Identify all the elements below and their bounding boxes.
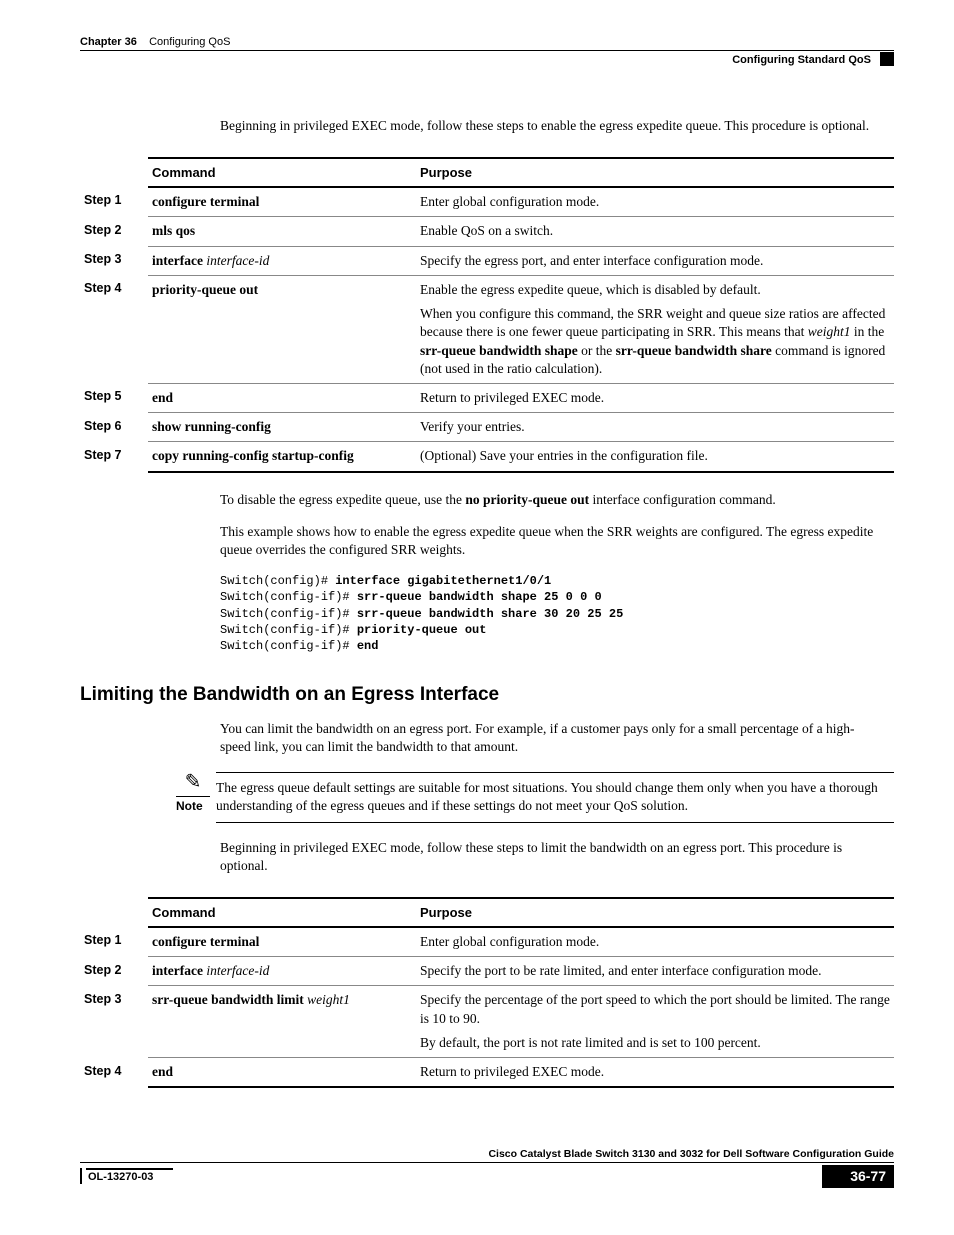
command-cell: priority-queue out	[148, 275, 416, 383]
footer: Cisco Catalyst Blade Switch 3130 and 303…	[80, 1148, 894, 1187]
chapter-title: Configuring QoS	[149, 36, 230, 48]
section-heading-limiting: Limiting the Bandwidth on an Egress Inte…	[80, 684, 894, 706]
purpose-cell: (Optional) Save your entries in the conf…	[416, 442, 894, 472]
step-label: Step 3	[80, 246, 148, 275]
command-cell: show running-config	[148, 413, 416, 442]
section2-intro: You can limit the bandwidth on an egress…	[220, 720, 884, 756]
command-cell: end	[148, 383, 416, 412]
footer-guide-title: Cisco Catalyst Blade Switch 3130 and 303…	[80, 1148, 894, 1163]
purpose-cell: Return to privileged EXEC mode.	[416, 1058, 894, 1088]
purpose-cell: Specify the percentage of the port speed…	[416, 986, 894, 1058]
command-cell: configure terminal	[148, 927, 416, 957]
after-table-p1: To disable the egress expedite queue, us…	[220, 491, 884, 509]
command-cell: srr-queue bandwidth limit weight1	[148, 986, 416, 1058]
step-label: Step 4	[80, 1058, 148, 1088]
table-row: Step 1configure terminalEnter global con…	[80, 187, 894, 217]
intro-paragraph-1: Beginning in privileged EXEC mode, follo…	[220, 117, 884, 135]
table-row: Step 3srr-queue bandwidth limit weight1S…	[80, 986, 894, 1058]
chapter-line: Chapter 36 Configuring QoS	[80, 36, 894, 48]
step-label: Step 6	[80, 413, 148, 442]
command-cell: mls qos	[148, 217, 416, 246]
purpose-cell: Specify the egress port, and enter inter…	[416, 246, 894, 275]
table-row: Step 3interface interface-idSpecify the …	[80, 246, 894, 275]
th-purpose: Purpose	[416, 158, 894, 187]
step-label: Step 5	[80, 383, 148, 412]
purpose-cell: Return to privileged EXEC mode.	[416, 383, 894, 412]
after-table-p2: This example shows how to enable the egr…	[220, 523, 884, 559]
purpose-cell: Enter global configuration mode.	[416, 187, 894, 217]
command-cell: configure terminal	[148, 187, 416, 217]
footer-doc-id-wrap: OL-13270-03	[80, 1168, 173, 1184]
th-command: Command	[148, 158, 416, 187]
pencil-icon: ✎	[176, 772, 210, 797]
section-header: Configuring Standard QoS	[80, 53, 894, 67]
table-row: Step 5endReturn to privileged EXEC mode.	[80, 383, 894, 412]
table-row: Step 2mls qosEnable QoS on a switch.	[80, 217, 894, 246]
step-label: Step 2	[80, 217, 148, 246]
note-block: ✎ Note The egress queue default settings…	[220, 772, 894, 822]
command-cell: end	[148, 1058, 416, 1088]
cli-example: Switch(config)# interface gigabitetherne…	[220, 573, 894, 654]
command-cell: interface interface-id	[148, 246, 416, 275]
step-label: Step 1	[80, 187, 148, 217]
table-row: Step 1configure terminalEnter global con…	[80, 927, 894, 957]
steps-table-1: Command Purpose Step 1configure terminal…	[80, 157, 894, 472]
section2-intro2: Beginning in privileged EXEC mode, follo…	[220, 839, 884, 875]
footer-doc-id: OL-13270-03	[86, 1168, 173, 1183]
purpose-cell: Enable the egress expedite queue, which …	[416, 275, 894, 383]
section-header-text: Configuring Standard QoS	[732, 54, 871, 66]
step-label: Step 4	[80, 275, 148, 383]
purpose-cell: Specify the port to be rate limited, and…	[416, 957, 894, 986]
table-row: Step 4endReturn to privileged EXEC mode.	[80, 1058, 894, 1088]
note-label: Note	[176, 799, 216, 813]
chapter-prefix: Chapter 36	[80, 36, 137, 48]
note-text: The egress queue default settings are su…	[216, 772, 894, 822]
step-label: Step 7	[80, 442, 148, 472]
purpose-cell: Verify your entries.	[416, 413, 894, 442]
header-rule: Chapter 36 Configuring QoS	[80, 36, 894, 51]
command-cell: copy running-config startup-config	[148, 442, 416, 472]
table-row: Step 7copy running-config startup-config…	[80, 442, 894, 472]
steps-table-2: Command Purpose Step 1configure terminal…	[80, 897, 894, 1088]
footer-page-number: 36-77	[822, 1165, 894, 1187]
table-row: Step 2interface interface-idSpecify the …	[80, 957, 894, 986]
step-label: Step 2	[80, 957, 148, 986]
purpose-cell: Enter global configuration mode.	[416, 927, 894, 957]
purpose-cell: Enable QoS on a switch.	[416, 217, 894, 246]
th-command-2: Command	[148, 898, 416, 927]
table-row: Step 6show running-configVerify your ent…	[80, 413, 894, 442]
table-row: Step 4priority-queue outEnable the egres…	[80, 275, 894, 383]
th-purpose-2: Purpose	[416, 898, 894, 927]
step-label: Step 3	[80, 986, 148, 1058]
command-cell: interface interface-id	[148, 957, 416, 986]
step-label: Step 1	[80, 927, 148, 957]
